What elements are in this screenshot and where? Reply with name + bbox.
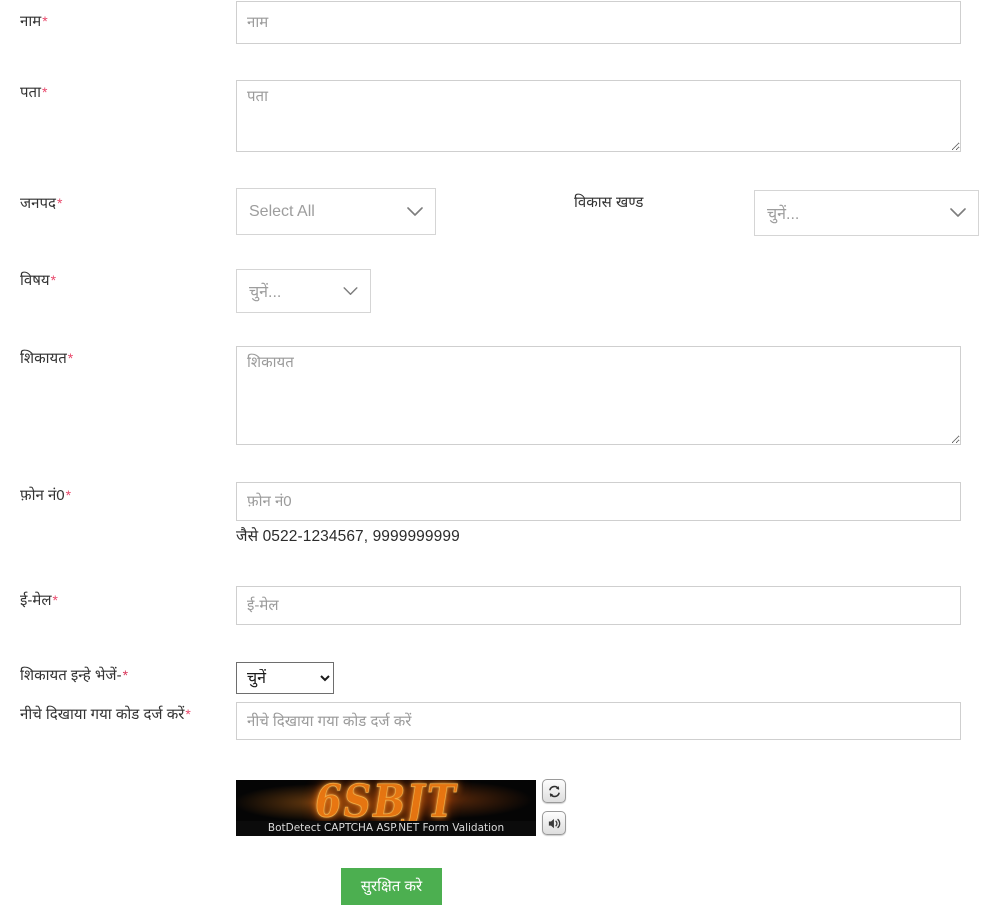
name-label: नाम*	[20, 10, 48, 33]
captcha-code-input[interactable]	[236, 702, 961, 740]
address-label: पता*	[20, 81, 47, 104]
complaint-label: शिकायत*	[20, 347, 73, 370]
complaint-label-text: शिकायत	[20, 350, 67, 367]
captcha-code-label: नीचे दिखाया गया कोड दर्ज करें*	[20, 703, 215, 726]
send-to-required-marker: *	[122, 667, 129, 683]
district-select-value: Select All	[249, 202, 315, 220]
captcha-image: 6SBJT BotDetect CAPTCHA ASP.NET Form Val…	[236, 780, 536, 836]
send-to-label: शिकायत इन्हे भेजें-*	[20, 664, 128, 687]
subject-select[interactable]: चुनें...	[236, 269, 371, 313]
block-select[interactable]: चुनें...	[754, 190, 979, 236]
captcha-audio-button[interactable]	[542, 811, 566, 835]
captcha-reload-button[interactable]	[542, 779, 566, 803]
captcha-code-graphic: 6SBJT	[236, 780, 536, 827]
subject-label-text: विषय	[20, 272, 50, 289]
captcha-caption: BotDetect CAPTCHA ASP.NET Form Validatio…	[236, 821, 536, 836]
captcha-code-required-marker: *	[185, 706, 191, 722]
address-label-text: पता	[20, 84, 41, 101]
chevron-down-icon	[944, 208, 978, 218]
refresh-icon	[547, 784, 562, 799]
name-input[interactable]	[236, 1, 961, 44]
email-input[interactable]	[236, 586, 961, 625]
district-label: जनपद*	[20, 192, 62, 215]
phone-label: फ़ोन नं0*	[20, 484, 71, 507]
complaint-form: नाम* पता* जनपद* Select All विकास खण्ड चु…	[0, 0, 1002, 911]
phone-input[interactable]	[236, 482, 961, 521]
block-label: विकास खण्ड	[574, 192, 643, 214]
phone-required-marker: *	[65, 487, 72, 503]
email-label-text: ई-मेल	[20, 592, 52, 609]
subject-select-value: चुनें...	[249, 284, 282, 301]
complaint-required-marker: *	[67, 350, 74, 366]
chevron-down-icon	[336, 286, 370, 296]
captcha-code-text: 6SBJT	[310, 780, 462, 827]
address-textarea[interactable]	[236, 80, 961, 152]
send-to-select[interactable]: चुनें	[236, 662, 334, 694]
phone-label-text: फ़ोन नं0	[20, 487, 65, 504]
chevron-down-icon	[401, 206, 435, 217]
district-required-marker: *	[56, 195, 63, 211]
send-to-label-text: शिकायत इन्हे भेजें-	[20, 667, 122, 684]
email-required-marker: *	[52, 592, 58, 608]
district-label-text: जनपद	[20, 195, 56, 212]
speaker-icon	[547, 816, 562, 831]
captcha-code-label-text: नीचे दिखाया गया कोड दर्ज करें	[20, 706, 185, 723]
email-label: ई-मेल*	[20, 589, 58, 612]
block-select-value: चुनें...	[767, 206, 800, 223]
submit-button[interactable]: सुरक्षित करे	[341, 868, 442, 905]
address-required-marker: *	[41, 84, 48, 100]
subject-required-marker: *	[50, 272, 57, 288]
phone-format-hint: जैसे 0522-1234567, 9999999999	[236, 528, 460, 545]
subject-label: विषय*	[20, 269, 56, 292]
name-label-text: नाम	[20, 13, 42, 30]
district-select[interactable]: Select All	[236, 188, 436, 235]
name-required-marker: *	[42, 13, 48, 29]
block-label-text: विकास खण्ड	[574, 194, 644, 211]
complaint-textarea[interactable]	[236, 346, 961, 445]
